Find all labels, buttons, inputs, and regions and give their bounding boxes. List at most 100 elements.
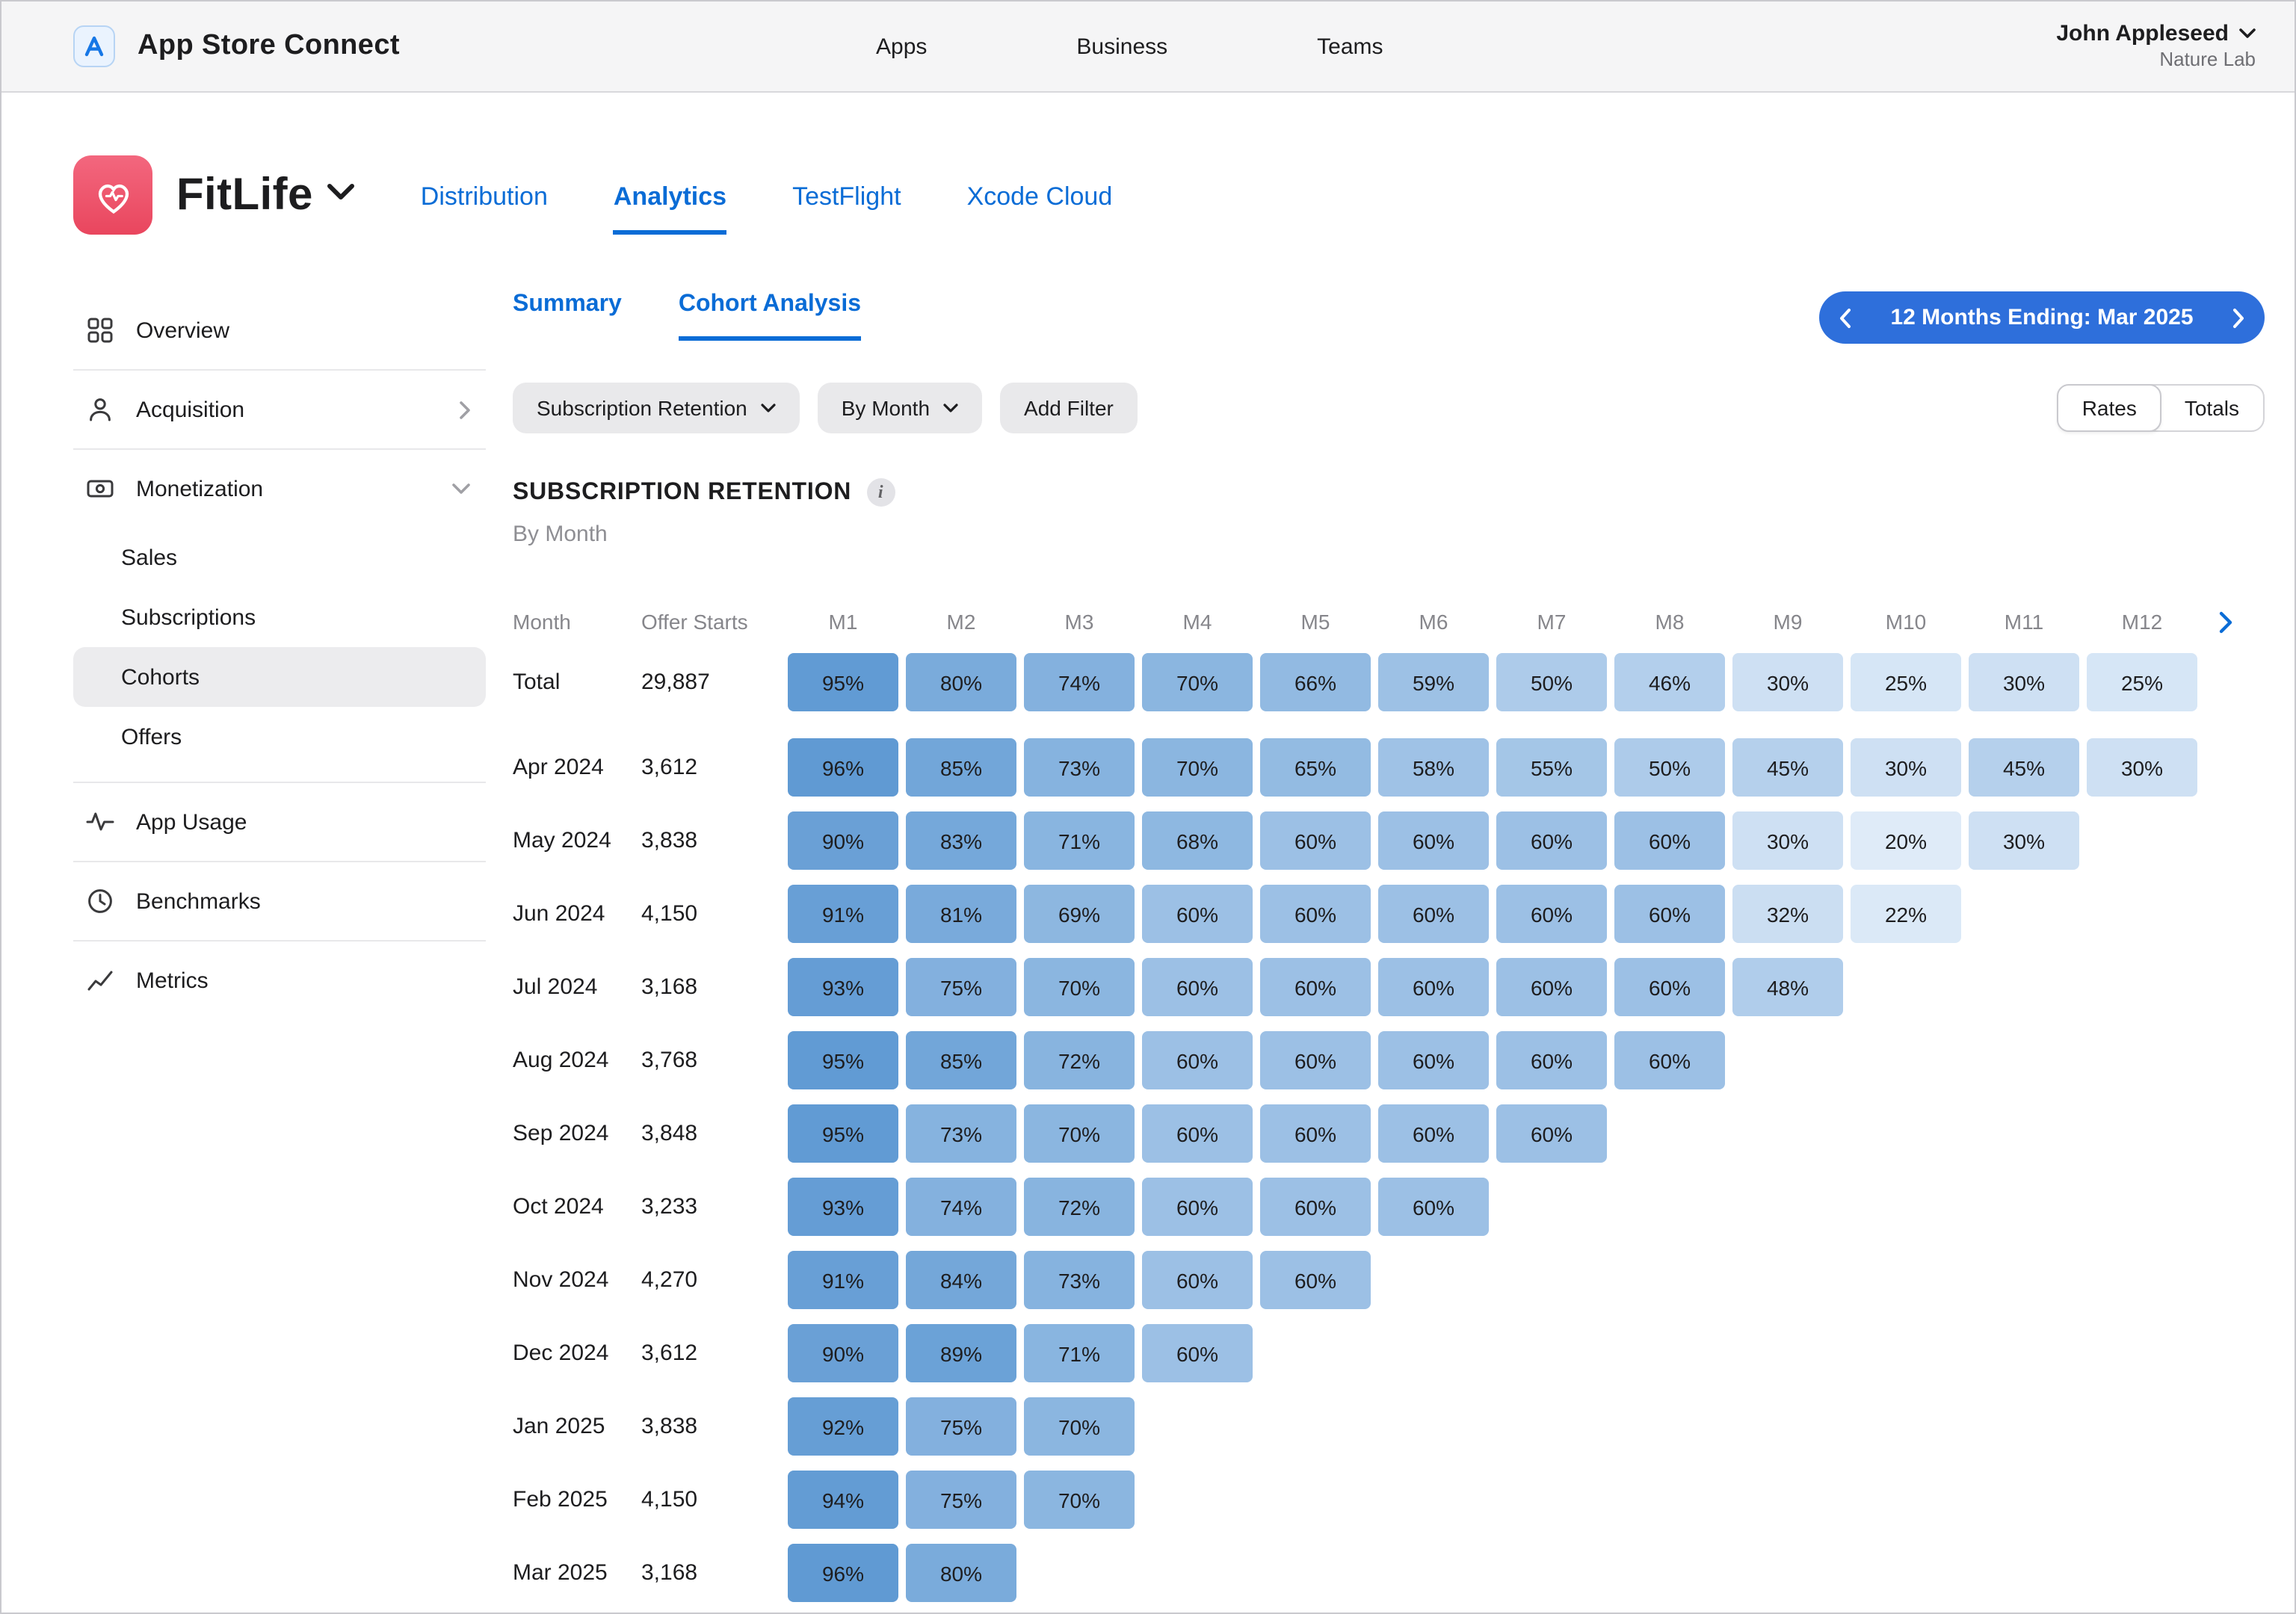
retention-cell: 83% [906, 811, 1016, 870]
period-selector[interactable]: 12 Months Ending: Mar 2025 [1819, 291, 2265, 344]
toggle-totals[interactable]: Totals [2161, 386, 2263, 430]
period-label: 12 Months Ending: Mar 2025 [1890, 305, 2193, 330]
granularity-dropdown[interactable]: By Month [818, 383, 982, 433]
analytics-subtabs: Summary Cohort Analysis 12 Months Ending… [513, 291, 2265, 344]
offer-starts-value: 3,848 [641, 1121, 788, 1146]
retention-cell: 60% [1142, 885, 1253, 943]
retention-cell: 22% [1851, 885, 1961, 943]
nav-apps[interactable]: Apps [876, 34, 927, 59]
app-title: App Store Connect [138, 30, 400, 63]
retention-cell: 55% [1496, 738, 1607, 797]
retention-cell: 30% [1851, 738, 1961, 797]
retention-cell: 85% [906, 1031, 1016, 1089]
retention-cell: 30% [2087, 738, 2197, 797]
sidebar-group: Overview [73, 291, 486, 371]
tab-cohort-analysis[interactable]: Cohort Analysis [679, 291, 861, 341]
retention-cell: 95% [788, 1031, 898, 1089]
sidebar-item-overview[interactable]: Overview [73, 291, 486, 369]
nav-business[interactable]: Business [1076, 34, 1167, 59]
col-header-m10: M10 [1851, 610, 1961, 634]
sidebar-item-subscriptions[interactable]: Subscriptions [73, 587, 486, 647]
retention-cell: 59% [1378, 653, 1489, 711]
retention-cell: 32% [1732, 885, 1843, 943]
filter-row: Subscription Retention By Month Add Filt… [513, 383, 2265, 433]
retention-cell: 60% [1378, 1104, 1489, 1163]
toggle-rates[interactable]: Rates [2057, 384, 2162, 432]
chevron-down-icon [943, 404, 958, 412]
col-header-m7: M7 [1496, 610, 1607, 634]
monetization-children: Sales Subscriptions Cohorts Offers [73, 528, 486, 782]
tab-summary[interactable]: Summary [513, 291, 622, 336]
retention-cell: 65% [1260, 738, 1371, 797]
sidebar-item-label: Overview [136, 318, 229, 343]
cohort-row: Mar 20253,16896%80% [513, 1544, 2265, 1602]
retention-cell: 95% [788, 1104, 898, 1163]
sidebar-item-label: App Usage [136, 809, 247, 835]
tab-testflight[interactable]: TestFlight [792, 182, 901, 235]
retention-cell: 60% [1142, 1251, 1253, 1309]
retention-cell: 73% [906, 1104, 1016, 1163]
sidebar-item-metrics[interactable]: Metrics [73, 942, 486, 1019]
retention-cell: 25% [1851, 653, 1961, 711]
fitlife-app-icon[interactable] [73, 155, 152, 235]
add-filter-label: Add Filter [1024, 396, 1114, 420]
sidebar-item-label: Metrics [136, 968, 209, 993]
col-header-m12: M12 [2087, 610, 2197, 634]
retention-cell: 60% [1260, 1251, 1371, 1309]
metric-filter-dropdown[interactable]: Subscription Retention [513, 383, 800, 433]
sidebar-item-offers[interactable]: Offers [73, 707, 486, 767]
tab-analytics[interactable]: Analytics [614, 182, 726, 235]
sidebar-item-monetization[interactable]: Monetization [73, 450, 486, 528]
app-switcher-chevron-icon[interactable] [328, 184, 355, 206]
cohort-row: Dec 20243,61290%89%71%60% [513, 1324, 2265, 1382]
tab-distribution[interactable]: Distribution [421, 182, 548, 235]
cohort-row: Oct 20243,23393%74%72%60%60%60% [513, 1178, 2265, 1236]
offer-starts-value: 4,270 [641, 1267, 788, 1293]
retention-cells: 92%75%70% [788, 1397, 1135, 1456]
retention-cell: 60% [1142, 1324, 1253, 1382]
retention-cell: 60% [1260, 1031, 1371, 1089]
row-label: Dec 2024 [513, 1341, 641, 1366]
retention-cells: 91%81%69%60%60%60%60%60%32%22% [788, 885, 1961, 943]
sidebar-item-acquisition[interactable]: Acquisition [73, 371, 486, 448]
retention-cell: 74% [1024, 653, 1135, 711]
add-filter-button[interactable]: Add Filter [1000, 383, 1138, 433]
retention-cell: 93% [788, 958, 898, 1016]
retention-cells: 93%74%72%60%60%60% [788, 1178, 1489, 1236]
row-label: Apr 2024 [513, 755, 641, 780]
cohort-row: Apr 20243,61296%85%73%70%65%58%55%50%45%… [513, 738, 2265, 797]
month-column-headers: M1M2M3M4M5M6M7M8M9M10M11M12 [788, 610, 2197, 634]
retention-cell: 75% [906, 958, 1016, 1016]
col-header-m9: M9 [1732, 610, 1843, 634]
retention-cell: 70% [1024, 1104, 1135, 1163]
pulse-icon [85, 807, 115, 837]
page-body: Overview Acquisition [1, 291, 2295, 1614]
retention-cell: 60% [1142, 1178, 1253, 1236]
info-icon[interactable]: i [866, 478, 895, 507]
tab-xcode-cloud[interactable]: Xcode Cloud [967, 182, 1113, 235]
scroll-right-icon[interactable] [2218, 610, 2233, 633]
cohort-row: May 20243,83890%83%71%68%60%60%60%60%30%… [513, 811, 2265, 870]
retention-cell: 25% [2087, 653, 2197, 711]
user-menu[interactable]: John Appleseed Nature Lab [2056, 19, 2256, 74]
retention-cell: 73% [1024, 738, 1135, 797]
section-title: SUBSCRIPTION RETENTION [513, 479, 851, 506]
retention-cell: 60% [1614, 1031, 1725, 1089]
row-label: May 2024 [513, 828, 641, 853]
retention-cell: 60% [1496, 885, 1607, 943]
retention-cell: 50% [1496, 653, 1607, 711]
analytics-sidebar: Overview Acquisition [73, 291, 486, 1614]
row-label: Total [513, 670, 641, 695]
retention-cell: 96% [788, 738, 898, 797]
chevron-left-icon[interactable] [1839, 307, 1852, 328]
retention-cell: 75% [906, 1397, 1016, 1456]
sidebar-item-sales[interactable]: Sales [73, 528, 486, 587]
nav-teams[interactable]: Teams [1317, 34, 1383, 59]
chevron-right-icon[interactable] [2232, 307, 2245, 328]
sidebar-item-benchmarks[interactable]: Benchmarks [73, 862, 486, 940]
retention-cell: 60% [1378, 1178, 1489, 1236]
sidebar-item-cohorts[interactable]: Cohorts [73, 647, 486, 707]
offer-starts-value: 3,768 [641, 1048, 788, 1073]
sidebar-item-app-usage[interactable]: App Usage [73, 783, 486, 861]
cohort-row: Total29,88795%80%74%70%66%59%50%46%30%25… [513, 653, 2265, 711]
